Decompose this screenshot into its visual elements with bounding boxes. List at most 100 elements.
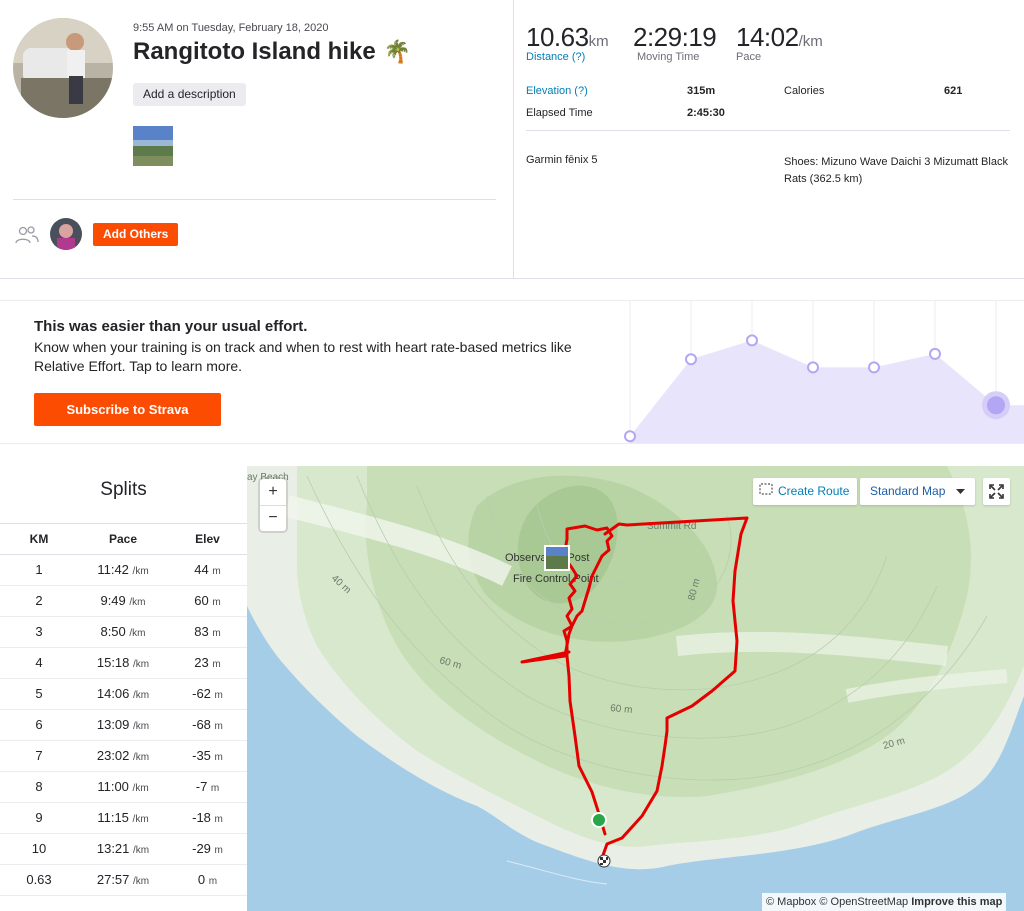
osm-link[interactable]: © OpenStreetMap xyxy=(819,896,908,908)
zoom-in-button[interactable]: + xyxy=(260,479,286,505)
divider xyxy=(0,443,1024,444)
split-km: 5 xyxy=(0,678,78,710)
split-pace-value: 8:50 xyxy=(100,624,126,639)
split-row[interactable]: 2 9:49 /km 60 m xyxy=(0,585,247,617)
create-route-button[interactable]: Create Route xyxy=(753,478,858,505)
zoom-out-button[interactable]: − xyxy=(260,505,286,531)
split-km: 3 xyxy=(0,616,78,648)
split-elev: -68 m xyxy=(168,709,247,741)
split-elev-value: -29 xyxy=(192,841,211,856)
split-pace: 8:50 /km xyxy=(78,616,168,648)
split-pace-value: 14:06 xyxy=(96,686,130,701)
split-pace-unit: /km xyxy=(133,659,150,670)
split-elev-unit: m xyxy=(214,721,223,732)
start-marker-icon[interactable] xyxy=(591,812,607,828)
split-elev-unit: m xyxy=(214,845,223,856)
split-row[interactable]: 10 13:21 /km -29 m xyxy=(0,833,247,865)
split-row[interactable]: 0.63 27:57 /km 0 m xyxy=(0,864,247,896)
split-elev-value: 44 xyxy=(194,562,209,577)
split-km: 7 xyxy=(0,740,78,772)
split-pace: 15:18 /km xyxy=(78,647,168,679)
moving-time-value: 2:29:19 xyxy=(633,22,717,52)
split-pace-unit: /km xyxy=(133,876,150,887)
map-label-contour: 60 m xyxy=(610,703,633,716)
split-km: 0.63 xyxy=(0,864,78,896)
split-elev: 44 m xyxy=(168,554,247,586)
split-elev-value: -18 xyxy=(192,810,211,825)
effort-point xyxy=(746,334,758,347)
route-map[interactable]: ay Beach 40 m 60 m 60 m 80 m 20 m Summit… xyxy=(247,466,1024,911)
relative-effort-chart[interactable] xyxy=(600,300,1024,444)
split-elev: 23 m xyxy=(168,647,247,679)
stat-pace: 14:02/km Pace xyxy=(736,22,823,63)
split-km: 2 xyxy=(0,585,78,617)
pace-unit: /km xyxy=(798,33,823,50)
split-row[interactable]: 9 11:15 /km -18 m xyxy=(0,802,247,834)
fullscreen-button[interactable] xyxy=(983,478,1010,505)
elapsed-time-value: 2:45:30 xyxy=(687,107,725,119)
split-pace-unit: /km xyxy=(133,690,150,701)
divider xyxy=(526,130,1010,131)
split-elev-value: -68 xyxy=(192,717,211,732)
split-pace-unit: /km xyxy=(129,597,146,608)
split-pace-unit: /km xyxy=(133,845,150,856)
split-pace-unit: /km xyxy=(132,814,149,825)
participant-avatar[interactable] xyxy=(50,218,82,250)
split-elev-value: -35 xyxy=(192,748,211,763)
elevation-label[interactable]: Elevation (?) xyxy=(526,85,588,97)
shoes-info: Shoes: Mizuno Wave Daichi 3 Mizumatt Bla… xyxy=(784,156,1008,185)
map-style-select[interactable]: Standard Map xyxy=(860,478,975,505)
effort-point xyxy=(807,361,819,374)
fullscreen-icon xyxy=(983,484,1010,509)
mapbox-link[interactable]: © Mapbox xyxy=(766,896,816,908)
split-elev-unit: m xyxy=(208,876,218,887)
split-elev-unit: m xyxy=(212,628,221,639)
split-elev-unit: m xyxy=(212,659,221,670)
split-row[interactable]: 1 11:42 /km 44 m xyxy=(0,554,247,586)
splits-header-km: KM xyxy=(0,524,78,555)
split-row[interactable]: 8 11:00 /km -7 m xyxy=(0,771,247,803)
splits-title: Splits xyxy=(100,479,147,500)
split-elev: -29 m xyxy=(168,833,247,865)
split-row[interactable]: 6 13:09 /km -68 m xyxy=(0,709,247,741)
map-style-label: Standard Map xyxy=(870,484,946,498)
split-elev: -18 m xyxy=(168,802,247,834)
group-icon xyxy=(15,225,39,245)
effort-description: Know when your training is on track and … xyxy=(34,339,572,374)
split-row[interactable]: 5 14:06 /km -62 m xyxy=(0,678,247,710)
split-row[interactable]: 7 23:02 /km -35 m xyxy=(0,740,247,772)
split-row[interactable]: 3 8:50 /km 83 m xyxy=(0,616,247,648)
splits-table: KM Pace Elev 1 11:42 /km 44 m 2 9:49 /km 60 m… xyxy=(0,524,247,896)
improve-map-link[interactable]: Improve this map xyxy=(911,896,1002,908)
split-pace-unit: /km xyxy=(132,783,149,794)
athlete-avatar[interactable] xyxy=(13,18,113,118)
split-pace: 23:02 /km xyxy=(78,740,168,772)
effort-point xyxy=(987,396,1005,415)
zoom-control: + − xyxy=(260,479,286,531)
elapsed-time-label: Elapsed Time xyxy=(526,107,593,119)
split-pace-unit: /km xyxy=(133,752,150,763)
add-others-button[interactable]: Add Others xyxy=(93,223,179,246)
activity-title-text: Rangitoto Island hike xyxy=(133,38,376,65)
split-elev: -62 m xyxy=(168,678,247,710)
split-pace: 14:06 /km xyxy=(78,678,168,710)
split-row[interactable]: 4 15:18 /km 23 m xyxy=(0,647,247,679)
subscribe-button[interactable]: Subscribe to Strava xyxy=(34,393,221,426)
divider xyxy=(13,199,496,200)
map-label-poi: Fire Control Point xyxy=(513,573,599,585)
elevation-value: 315m xyxy=(687,85,716,97)
split-elev-value: 83 xyxy=(194,624,209,639)
caret-down-icon xyxy=(956,478,965,505)
activity-photo-thumbnail[interactable] xyxy=(133,126,173,166)
split-elev-value: 60 xyxy=(194,593,209,608)
effort-point xyxy=(929,347,941,360)
split-elev: -35 m xyxy=(168,740,247,772)
split-elev: 83 m xyxy=(168,616,247,648)
splits-header-elev: Elev xyxy=(168,524,247,555)
split-km: 1 xyxy=(0,554,78,586)
add-description-button[interactable]: Add a description xyxy=(133,83,246,106)
split-pace: 11:15 /km xyxy=(78,802,168,834)
split-pace-unit: /km xyxy=(129,628,146,639)
stat-distance: 10.63km Distance (?) xyxy=(526,22,609,63)
divider xyxy=(513,0,514,278)
